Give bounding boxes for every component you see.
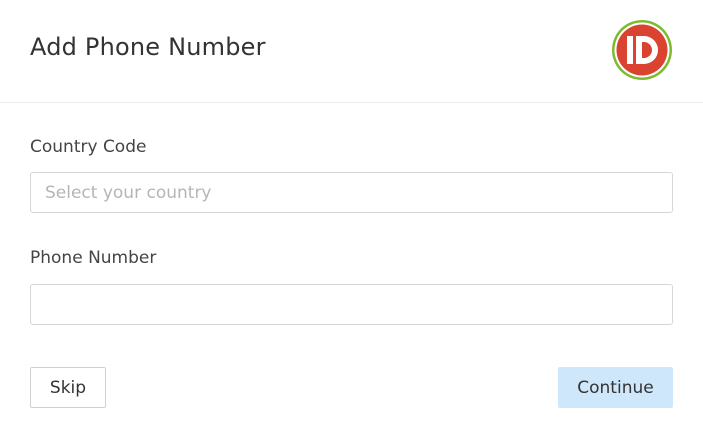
add-phone-dialog: Add Phone Number Country Code Phone Numb… [0,0,703,437]
country-select-input[interactable] [30,172,673,213]
phone-number-input[interactable] [30,284,673,325]
dialog-header: Add Phone Number [0,0,703,103]
country-code-label: Country Code [30,137,147,157]
phone-number-label: Phone Number [30,248,157,268]
dialog-title: Add Phone Number [30,33,266,61]
skip-button[interactable]: Skip [30,367,106,408]
continue-button[interactable]: Continue [558,367,673,408]
id-logo-icon [612,20,672,80]
